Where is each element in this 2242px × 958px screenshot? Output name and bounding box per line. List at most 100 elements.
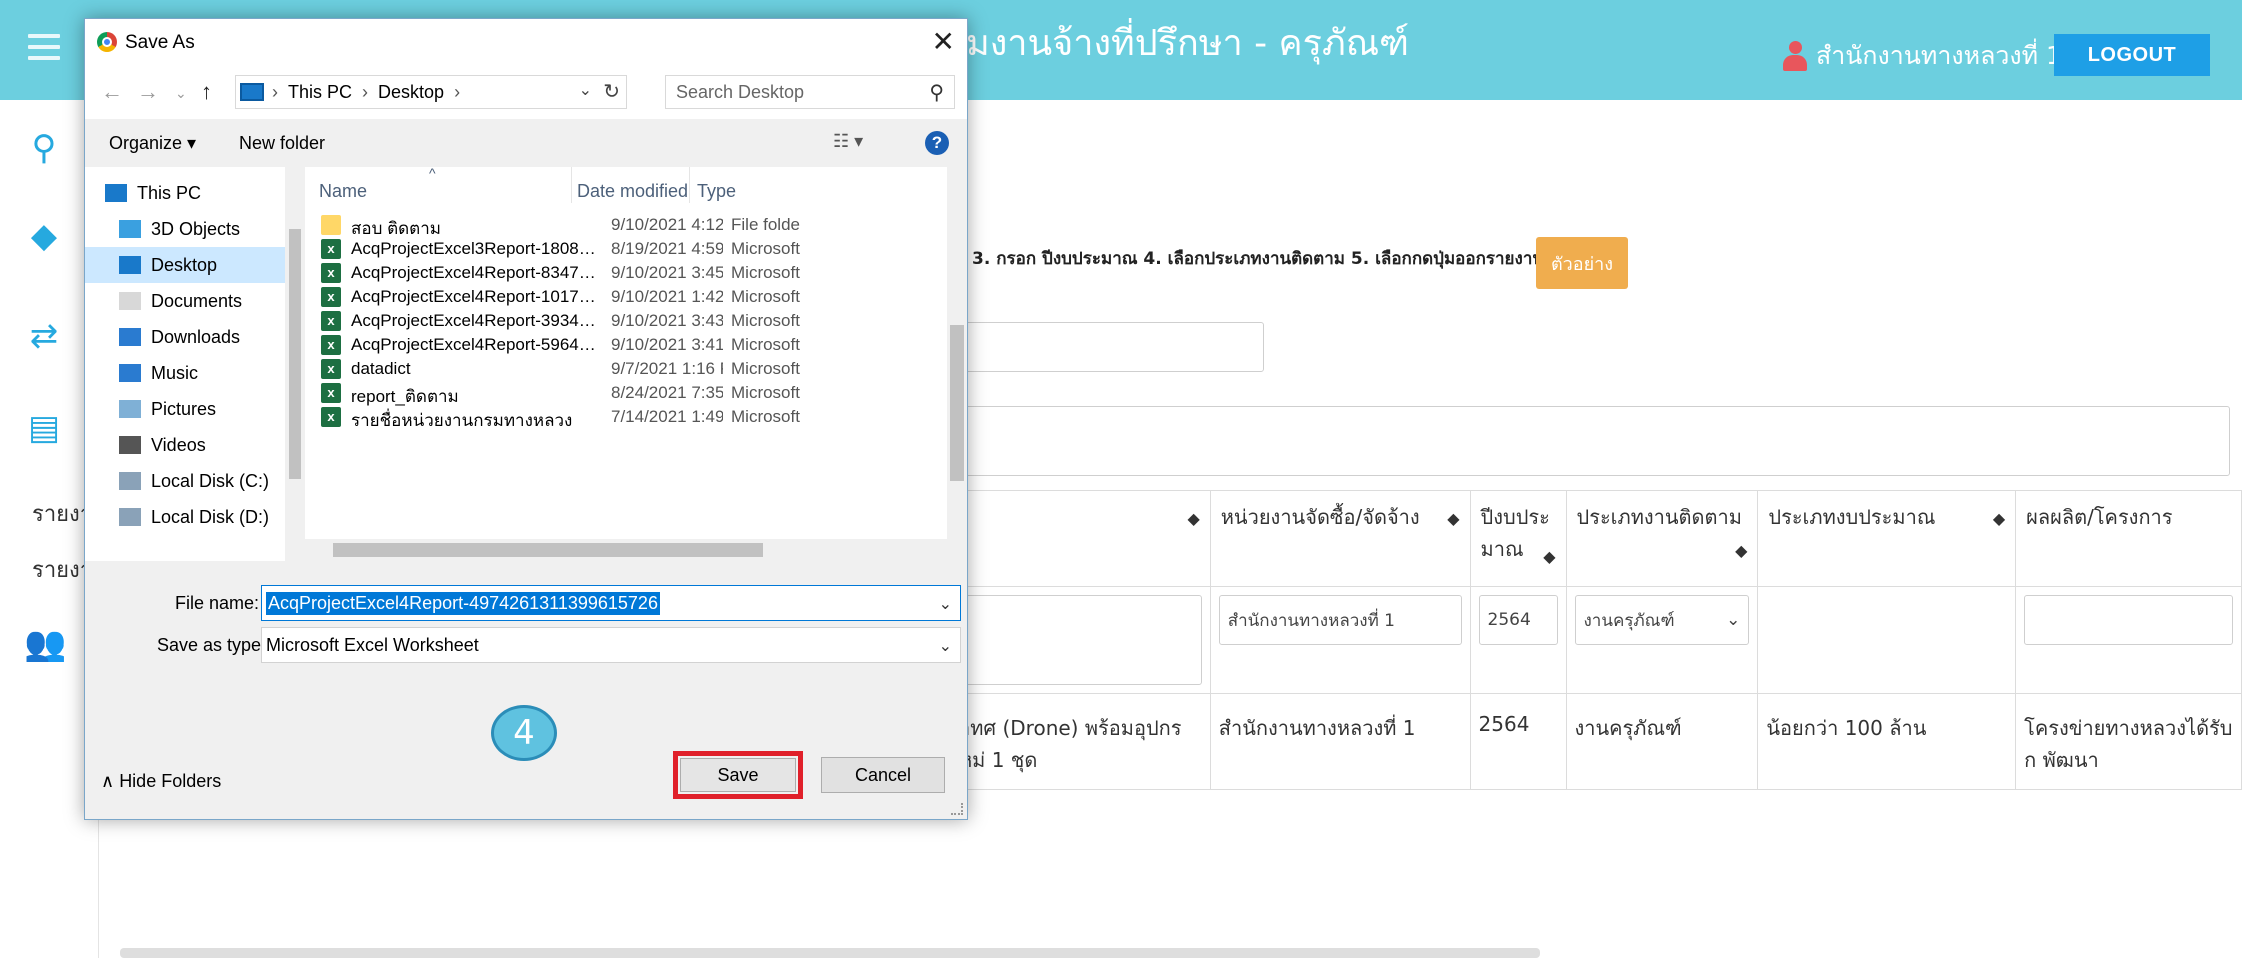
nav-item[interactable]: Local Disk (D:) xyxy=(85,499,285,535)
file-list-header: Name ^ Date modified Type xyxy=(305,167,967,205)
nav-item-label: Downloads xyxy=(151,326,241,347)
back-arrow-icon[interactable]: ← xyxy=(101,79,123,105)
recent-dropdown-icon[interactable]: ⌄ xyxy=(175,85,187,102)
column-header-track-type[interactable]: ประเภทงานติดตาม ◆ xyxy=(1565,490,1759,587)
nav-item[interactable]: Documents xyxy=(85,283,285,319)
cancel-button[interactable]: Cancel xyxy=(821,757,945,793)
computer-icon xyxy=(105,184,127,202)
search-icon: ⚲ xyxy=(929,82,944,104)
nav-item[interactable]: Music xyxy=(85,355,285,391)
file-row[interactable]: x รายชื่อหน่วยงานกรมทางหลวง 7/14/2021 1:49… xyxy=(305,399,945,433)
file-list-hscrollbar[interactable] xyxy=(305,539,967,561)
file-list-vscrollbar[interactable] xyxy=(947,167,967,541)
tag-icon[interactable]: ◆ xyxy=(24,216,64,256)
resize-grip-icon[interactable] xyxy=(951,803,963,815)
excel-file-icon: x xyxy=(321,407,341,427)
nav-item[interactable]: Local Disk (C:) xyxy=(85,463,285,499)
report-table: ◆ หน่วยงานจัดซื้อ/จัดจ้าง ◆ ปีงบประ มาณ ◆ … xyxy=(950,490,2242,790)
column-date-header[interactable]: Date modified xyxy=(577,181,688,202)
help-icon[interactable]: ? xyxy=(925,131,949,155)
column-header-budget-type[interactable]: ประเภทงบประมาณ ◆ xyxy=(1757,490,2017,587)
chevron-right-icon: › xyxy=(454,81,461,102)
table-header-row: ◆ หน่วยงานจัดซื้อ/จัดจ้าง ◆ ปีงบประ มาณ ◆ … xyxy=(950,490,2242,587)
file-name-value: AcqProjectExcel4Report-49742613113996157… xyxy=(266,591,660,615)
chevron-down-icon[interactable]: ⌄ xyxy=(579,80,592,100)
close-icon[interactable]: ✕ xyxy=(932,25,955,58)
nav-item[interactable]: 3D Objects xyxy=(85,211,285,247)
nav-item[interactable]: Videos xyxy=(85,427,285,463)
document-icon xyxy=(119,292,141,310)
track-type-filter-select[interactable]: งานครุภัณฑ์ ⌄ xyxy=(1574,595,1750,645)
chevron-down-icon: ⌄ xyxy=(1726,610,1741,630)
new-folder-button[interactable]: New folder xyxy=(239,133,325,154)
view-options-icon[interactable]: ☷ ▾ xyxy=(833,131,863,152)
search-input[interactable]: Search Desktop ⚲ xyxy=(665,75,955,109)
unit-filter-input[interactable]: สำนักงานทางหลวงที่ 1 xyxy=(1218,595,1462,645)
file-name: รายชื่อหน่วยงานกรมทางหลวง xyxy=(351,411,573,430)
table-row[interactable]: าทศ (Drone) พร้อมอุปกร หม่ 1 ชุด สำนักงา… xyxy=(950,693,2242,790)
save-type-select[interactable]: Microsoft Excel Worksheet ⌄ xyxy=(261,627,961,663)
organize-button[interactable]: Organize ▾ xyxy=(109,133,196,154)
table-filter-row: สำนักงานทางหลวงที่ 1 2564 งานครุภัณฑ์ ⌄ xyxy=(950,586,2242,694)
example-button[interactable]: ตัวอย่าง xyxy=(1536,237,1628,289)
search-icon[interactable]: ⚲ xyxy=(24,128,64,168)
cell-unit: สำนักงานทางหลวงที่ 1 xyxy=(1209,693,1471,790)
print-icon[interactable]: ▤ xyxy=(24,408,64,448)
download-icon xyxy=(119,328,141,346)
nav-pane-scrollbar[interactable] xyxy=(285,167,305,561)
computer-icon xyxy=(240,83,264,101)
logout-button[interactable]: LOGOUT xyxy=(2054,34,2210,76)
sort-icon[interactable]: ◆ xyxy=(1187,509,1199,528)
horizontal-scrollbar[interactable] xyxy=(120,948,1540,958)
column-name-header[interactable]: Name xyxy=(319,181,367,202)
nav-item-label: Pictures xyxy=(151,398,217,419)
hamburger-menu-icon[interactable] xyxy=(28,34,60,60)
transfer-icon[interactable]: ⇄ xyxy=(24,316,64,356)
sort-icon[interactable]: ◆ xyxy=(1447,509,1459,528)
instructions-text: 3. กรอก ปีงบประมาณ 4. เลือกประเภทงานติดต… xyxy=(972,249,1544,269)
sort-icon[interactable]: ◆ xyxy=(1993,509,2005,528)
column-header-project[interactable]: ผลผลิต/โครงการ xyxy=(2015,490,2242,587)
user-info: สำนักงานทางหลวงที่ 1 xyxy=(1782,36,2062,76)
nav-item-label: Documents xyxy=(151,290,243,311)
sort-icon[interactable]: ◆ xyxy=(1735,541,1747,560)
cell-budget-type: น้อยกว่า 100 ล้าน xyxy=(1757,693,2017,790)
form-textarea[interactable] xyxy=(950,406,2230,476)
description-filter-input[interactable] xyxy=(959,595,1202,685)
breadcrumb-this-pc[interactable]: This PC xyxy=(288,82,352,103)
year-filter-input[interactable]: 2564 xyxy=(1478,595,1558,645)
forward-arrow-icon[interactable]: → xyxy=(137,79,159,105)
save-button[interactable]: Save xyxy=(680,758,796,792)
column-header-unit[interactable]: หน่วยงานจัดซื้อ/จัดจ้าง ◆ xyxy=(1209,490,1471,587)
column-header-description[interactable]: ◆ xyxy=(950,490,1211,587)
dialog-toolbar: Organize ▾ New folder ☷ ▾ ? xyxy=(85,119,967,167)
nav-item[interactable]: Pictures xyxy=(85,391,285,427)
refresh-icon[interactable]: ↻ xyxy=(603,79,620,104)
column-header-year[interactable]: ปีงบประ มาณ ◆ xyxy=(1469,490,1567,587)
file-name-label: File name: xyxy=(175,593,260,613)
dialog-title-bar[interactable]: Save As ✕ xyxy=(85,19,967,67)
up-arrow-icon[interactable]: ↑ xyxy=(201,79,212,105)
desktop-icon xyxy=(119,256,141,274)
cell-project: โครงข่ายทางหลวงได้รับก พัฒนา xyxy=(2015,693,2242,790)
column-type-header[interactable]: Type xyxy=(697,181,736,202)
nav-item-label: Music xyxy=(151,362,199,383)
nav-item[interactable]: Desktop xyxy=(85,247,285,283)
form-input[interactable] xyxy=(950,322,1264,372)
chevron-down-icon[interactable]: ⌄ xyxy=(939,636,952,656)
sort-icon[interactable]: ◆ xyxy=(1543,547,1555,566)
users-icon[interactable]: 👥 xyxy=(24,624,66,664)
file-name-input[interactable]: AcqProjectExcel4Report-49742613113996157… xyxy=(261,585,961,621)
cell-description: าทศ (Drone) พร้อมอุปกร หม่ 1 ชุด xyxy=(950,693,1211,790)
chevron-down-icon[interactable]: ⌄ xyxy=(939,594,952,614)
nav-item[interactable]: This PC xyxy=(85,175,285,211)
breadcrumb-desktop[interactable]: Desktop xyxy=(378,82,444,103)
save-type-value: Microsoft Excel Worksheet xyxy=(266,634,479,655)
nav-item[interactable]: Downloads xyxy=(85,319,285,355)
sort-up-icon: ^ xyxy=(429,167,436,181)
project-filter-input[interactable] xyxy=(2024,595,2233,645)
disk-icon xyxy=(119,472,141,490)
save-type-label: Save as type: xyxy=(157,635,267,655)
address-bar[interactable]: › This PC › Desktop › ⌄ ↻ xyxy=(235,75,627,109)
hide-folders-button[interactable]: ∧ Hide Folders xyxy=(101,771,221,792)
